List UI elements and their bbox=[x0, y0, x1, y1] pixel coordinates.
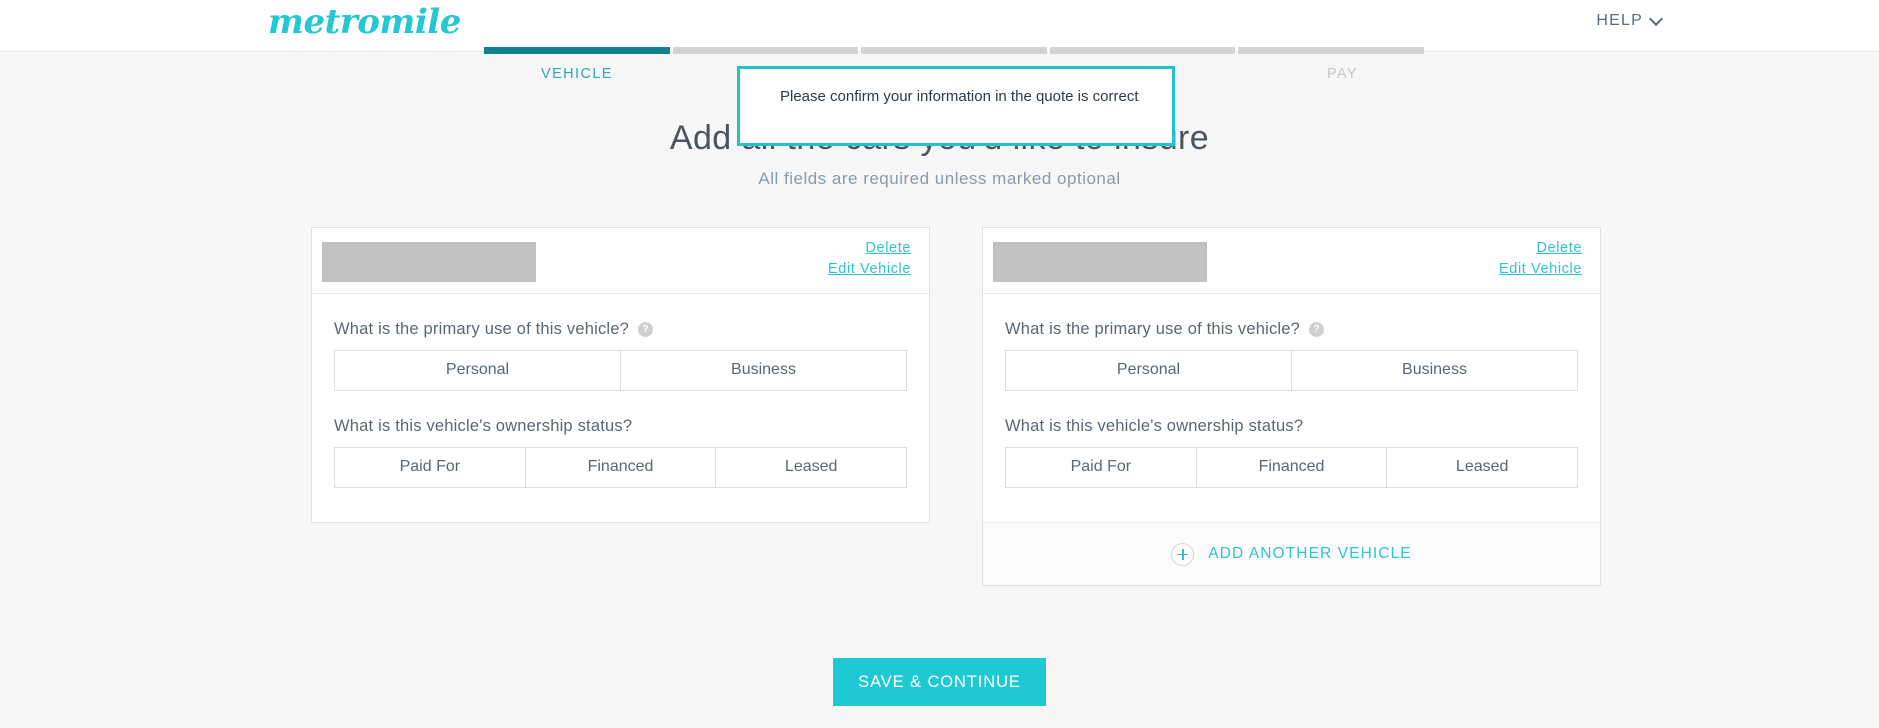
cta-container: SAVE & CONTINUE bbox=[0, 658, 1879, 706]
option-financed[interactable]: Financed bbox=[524, 448, 716, 487]
vehicle-card-actions: Delete Edit Vehicle bbox=[828, 238, 911, 280]
vehicle-name-redacted bbox=[993, 242, 1207, 282]
vehicle-name-redacted bbox=[322, 242, 536, 282]
primary-use-options: Personal Business bbox=[334, 350, 907, 391]
ownership-options: Paid For Financed Leased bbox=[1005, 447, 1578, 488]
vehicle-card-body: What is the primary use of this vehicle?… bbox=[983, 294, 1600, 522]
option-personal[interactable]: Personal bbox=[335, 351, 620, 390]
option-business[interactable]: Business bbox=[620, 351, 906, 390]
primary-use-question: What is the primary use of this vehicle? bbox=[334, 320, 630, 338]
progress-segment-5 bbox=[1238, 47, 1424, 54]
option-financed[interactable]: Financed bbox=[1195, 448, 1387, 487]
delete-vehicle-link[interactable]: Delete bbox=[1499, 238, 1582, 259]
page-subtitle: All fields are required unless marked op… bbox=[758, 169, 1121, 188]
help-label: HELP bbox=[1596, 12, 1643, 29]
question-mark-icon[interactable]: ? bbox=[1309, 322, 1325, 337]
vehicle-card-body: What is the primary use of this vehicle?… bbox=[312, 294, 929, 522]
primary-use-question-row: What is the primary use of this vehicle?… bbox=[334, 320, 907, 339]
vehicle-card: Delete Edit Vehicle What is the primary … bbox=[982, 227, 1601, 586]
progress-segment-2 bbox=[672, 47, 859, 54]
primary-use-question-row: What is the primary use of this vehicle?… bbox=[1005, 320, 1578, 339]
ownership-options: Paid For Financed Leased bbox=[334, 447, 907, 488]
vehicle-card-header: Delete Edit Vehicle bbox=[312, 228, 929, 294]
chevron-down-icon bbox=[1648, 11, 1664, 26]
option-leased[interactable]: Leased bbox=[1386, 448, 1578, 487]
plus-circle-icon bbox=[1171, 542, 1195, 566]
add-another-vehicle-label: ADD ANOTHER VEHICLE bbox=[1208, 545, 1412, 562]
ownership-question: What is this vehicle's ownership status? bbox=[334, 417, 633, 435]
option-paid-for[interactable]: Paid For bbox=[1006, 448, 1196, 487]
option-paid-for[interactable]: Paid For bbox=[335, 448, 525, 487]
vehicle-card-actions: Delete Edit Vehicle bbox=[1499, 238, 1582, 280]
option-personal[interactable]: Personal bbox=[1006, 351, 1291, 390]
question-mark-icon[interactable]: ? bbox=[638, 322, 654, 337]
ownership-question: What is this vehicle's ownership status? bbox=[1005, 417, 1304, 435]
option-leased[interactable]: Leased bbox=[715, 448, 907, 487]
tab-vehicle[interactable]: VEHICLE bbox=[541, 66, 613, 82]
progress-segment-3 bbox=[861, 47, 1047, 54]
metromile-logo: metromile bbox=[268, 2, 461, 42]
progress-bar bbox=[484, 47, 1424, 54]
tooltip-text: Please confirm your information in the q… bbox=[780, 88, 1139, 105]
primary-use-options: Personal Business bbox=[1005, 350, 1578, 391]
edit-vehicle-link[interactable]: Edit Vehicle bbox=[1499, 259, 1582, 280]
save-and-continue-button[interactable]: SAVE & CONTINUE bbox=[833, 658, 1046, 706]
add-another-vehicle-button[interactable]: ADD ANOTHER VEHICLE bbox=[983, 522, 1600, 585]
option-business[interactable]: Business bbox=[1291, 351, 1577, 390]
vehicle-cards: Delete Edit Vehicle What is the primary … bbox=[311, 227, 1601, 586]
edit-vehicle-link[interactable]: Edit Vehicle bbox=[828, 259, 911, 280]
progress-segment-1 bbox=[484, 47, 670, 54]
primary-use-question: What is the primary use of this vehicle? bbox=[1005, 320, 1301, 338]
vehicle-card-header: Delete Edit Vehicle bbox=[983, 228, 1600, 294]
delete-vehicle-link[interactable]: Delete bbox=[828, 238, 911, 259]
site-header: metromile HELP bbox=[0, 0, 1879, 52]
ownership-question-row: What is this vehicle's ownership status? bbox=[334, 417, 907, 436]
ownership-question-row: What is this vehicle's ownership status? bbox=[1005, 417, 1578, 436]
vehicle-card: Delete Edit Vehicle What is the primary … bbox=[311, 227, 930, 523]
help-menu[interactable]: HELP bbox=[1596, 11, 1664, 30]
tab-pay[interactable]: PAY bbox=[1327, 66, 1358, 82]
confirm-info-tooltip: Please confirm your information in the q… bbox=[737, 66, 1175, 146]
progress-segment-4 bbox=[1049, 47, 1236, 54]
